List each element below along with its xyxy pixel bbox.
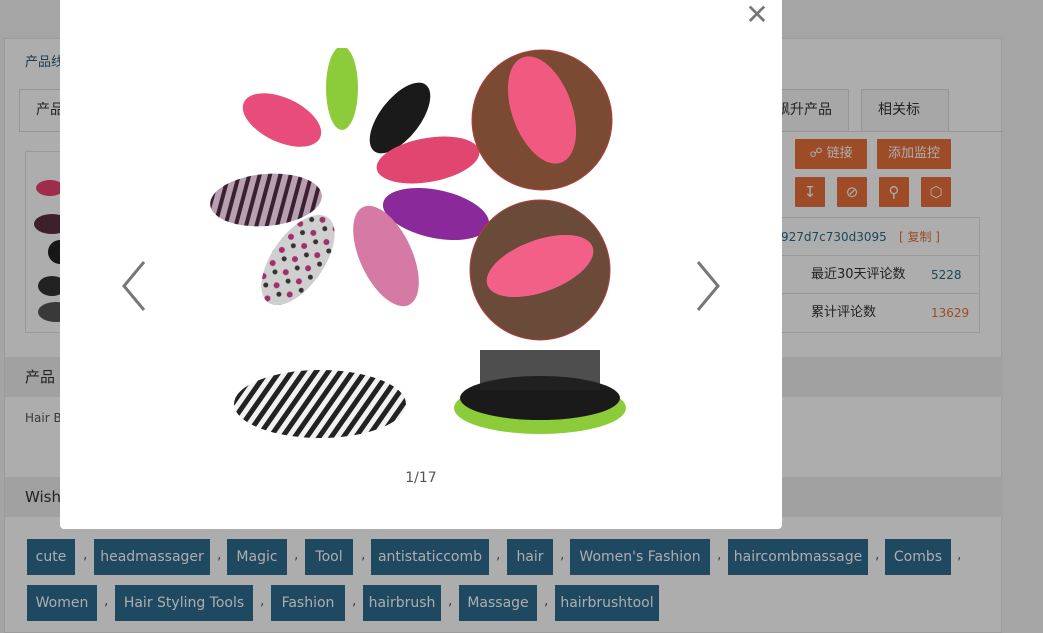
- product-image: [210, 48, 626, 438]
- chevron-right-icon[interactable]: [686, 258, 726, 314]
- image-viewer-modal: ✕ 1/17: [60, 0, 782, 529]
- close-icon[interactable]: ✕: [744, 1, 770, 29]
- chevron-left-icon[interactable]: [116, 258, 156, 314]
- image-counter: 1/17: [405, 470, 437, 486]
